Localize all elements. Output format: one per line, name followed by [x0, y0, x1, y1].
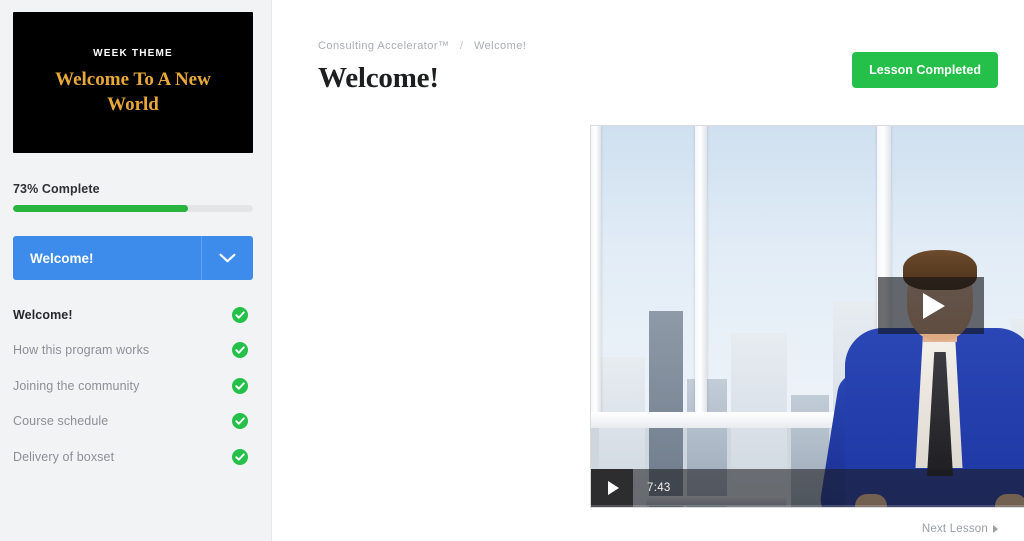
section-dropdown[interactable]: Welcome!: [13, 236, 253, 280]
lesson-item-label: Delivery of boxset: [13, 449, 115, 464]
lesson-item-label: Course schedule: [13, 414, 109, 429]
check-circle-icon: [232, 306, 248, 323]
caret-right-icon: [993, 525, 998, 533]
check-circle-icon: [232, 342, 248, 359]
page-title: Welcome!: [318, 62, 439, 94]
lesson-item[interactable]: Delivery of boxset: [13, 439, 253, 475]
content-header: Consulting Accelerator™ / Welcome! Welco…: [318, 40, 998, 95]
window-frame: [591, 126, 601, 426]
lesson-item[interactable]: How this program works: [13, 333, 253, 369]
breadcrumb-root[interactable]: Consulting Accelerator™: [318, 40, 449, 52]
progress-bar: [13, 205, 253, 212]
check-circle-icon: [232, 448, 248, 465]
video-duration: 7:43: [647, 482, 671, 494]
control-strip: 7:43: [633, 469, 1024, 507]
lesson-list: Welcome! How this program works Joining th…: [13, 297, 253, 475]
lesson-item[interactable]: Welcome!: [13, 297, 253, 333]
progress-bar-fill: [13, 205, 189, 212]
lesson-item[interactable]: Course schedule: [13, 404, 253, 440]
next-lesson-label: Next Lesson: [921, 523, 988, 535]
video-controls: 7:43: [591, 469, 1024, 507]
lesson-completed-button[interactable]: Lesson Completed: [852, 52, 998, 88]
play-overlay-button[interactable]: [878, 277, 984, 334]
play-icon: [922, 292, 945, 319]
week-theme-kicker: WEEK THEME: [93, 47, 173, 59]
play-button[interactable]: [591, 469, 633, 507]
check-circle-icon: [232, 413, 248, 430]
progress-label: 73% Complete: [13, 182, 100, 196]
play-icon: [608, 481, 619, 495]
breadcrumb-separator: /: [459, 40, 464, 52]
main-content: Consulting Accelerator™ / Welcome! Welco…: [272, 0, 1024, 541]
video-player[interactable]: 7:43: [590, 125, 1024, 508]
breadcrumb-current: Welcome!: [473, 40, 527, 52]
app-root: WEEK THEME Welcome To A New World 73% Co…: [0, 0, 1024, 541]
sidebar: WEEK THEME Welcome To A New World 73% Co…: [0, 0, 272, 541]
lesson-item-label: How this program works: [13, 343, 150, 358]
lesson-item-label: Welcome!: [13, 307, 73, 322]
section-dropdown-label: Welcome!: [30, 250, 94, 266]
lesson-item-label: Joining the community: [13, 378, 140, 393]
breadcrumb: Consulting Accelerator™ / Welcome!: [318, 40, 852, 52]
header-left: Consulting Accelerator™ / Welcome! Welco…: [318, 40, 852, 95]
week-theme-card: WEEK THEME Welcome To A New World: [13, 12, 253, 153]
next-lesson-link[interactable]: Next Lesson: [922, 523, 998, 535]
week-theme-title: Welcome To A New World: [55, 68, 211, 115]
window-frame: [695, 126, 707, 426]
seek-bar[interactable]: [591, 505, 1024, 507]
lesson-item[interactable]: Joining the community: [13, 368, 253, 404]
chevron-down-icon[interactable]: [201, 236, 253, 280]
check-circle-icon: [232, 377, 248, 394]
